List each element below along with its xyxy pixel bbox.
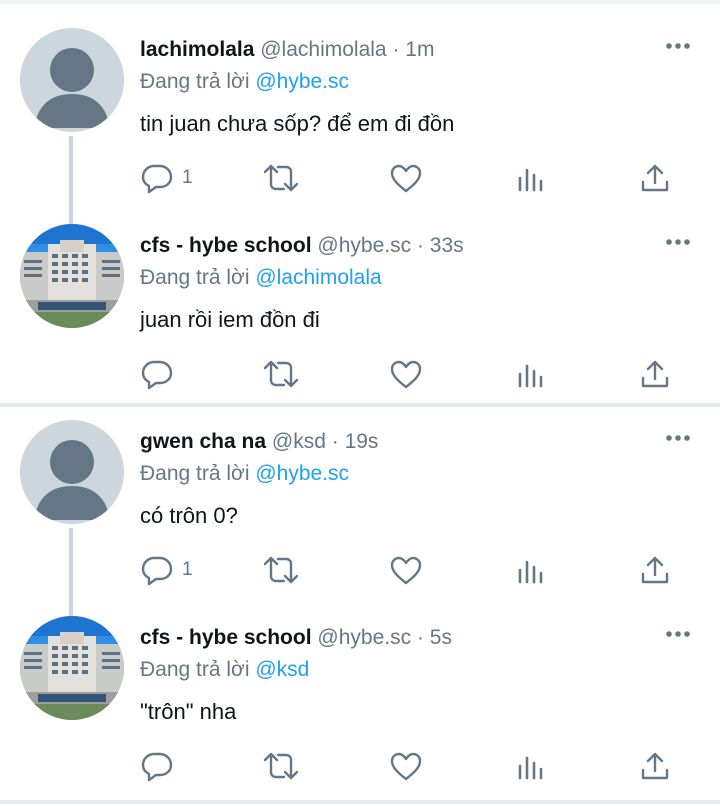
user-handle[interactable]: @hybe.sc [317, 626, 411, 649]
mention-link[interactable]: @hybe.sc [255, 70, 349, 93]
timestamp[interactable]: 1m [405, 38, 434, 61]
tweet[interactable]: lachimolala @lachimolala · 1m Đang trả l… [0, 0, 720, 226]
display-name[interactable]: lachimolala [140, 38, 254, 61]
retweet-icon [263, 752, 299, 780]
analytics-button[interactable] [515, 552, 547, 588]
avatar[interactable] [20, 224, 124, 328]
reply-count: 1 [182, 167, 193, 188]
retweet-button[interactable] [262, 748, 300, 784]
tweet-header: gwen cha na @ksd · 19s [140, 428, 378, 456]
share-icon [641, 164, 669, 192]
more-options-icon [666, 631, 690, 637]
more-options-button[interactable] [664, 232, 694, 252]
default-avatar-icon [34, 440, 110, 520]
tweet[interactable]: cfs - hybe school @hybe.sc · 33s Đang tr… [0, 196, 720, 392]
more-options-icon [666, 43, 690, 49]
user-handle[interactable]: @hybe.sc [317, 234, 411, 257]
separator: · [331, 430, 339, 453]
tweet-text: "trôn" nha [140, 699, 237, 724]
reply-icon [141, 752, 173, 782]
display-name[interactable]: gwen cha na [140, 430, 266, 453]
timestamp[interactable]: 33s [430, 234, 464, 257]
mention-link[interactable]: @ksd [255, 658, 309, 681]
tweet[interactable]: cfs - hybe school @hybe.sc · 5s Đang trả… [0, 588, 720, 784]
reply-button[interactable]: 1 [140, 552, 193, 588]
tweet-header: lachimolala @lachimolala · 1m [140, 36, 434, 64]
share-button[interactable] [639, 160, 671, 196]
tweet-text: có trôn 0? [140, 503, 238, 528]
replying-to-label: Đang trả lời [140, 266, 250, 289]
analytics-icon [518, 756, 543, 780]
more-options-icon [666, 435, 690, 441]
tweet-header: cfs - hybe school @hybe.sc · 33s [140, 232, 464, 260]
separator: · [392, 38, 400, 61]
heart-icon [390, 752, 422, 781]
analytics-button[interactable] [515, 356, 547, 392]
bottom-divider [0, 800, 720, 804]
reply-icon [141, 360, 173, 390]
analytics-button[interactable] [515, 160, 547, 196]
mention-link[interactable]: @lachimolala [255, 266, 381, 289]
mention-link[interactable]: @hybe.sc [255, 462, 349, 485]
share-icon [641, 752, 669, 780]
like-button[interactable] [389, 552, 423, 588]
share-button[interactable] [639, 356, 671, 392]
share-button[interactable] [639, 748, 671, 784]
replying-to: Đang trả lời @hybe.sc [140, 68, 349, 96]
tweet[interactable]: gwen cha na @ksd · 19s Đang trả lời @hyb… [0, 392, 720, 618]
retweet-icon [263, 164, 299, 192]
reply-button[interactable]: 1 [140, 160, 193, 196]
more-options-button[interactable] [664, 428, 694, 448]
analytics-icon [518, 168, 543, 192]
like-button[interactable] [389, 160, 423, 196]
heart-icon [390, 164, 422, 193]
avatar[interactable] [20, 420, 124, 524]
reply-icon [141, 164, 173, 194]
heart-icon [390, 360, 422, 389]
analytics-icon [518, 560, 543, 584]
tweet-text: juan rồi iem đồn đi [140, 307, 320, 332]
retweet-button[interactable] [262, 552, 300, 588]
share-icon [641, 360, 669, 388]
user-handle[interactable]: @lachimolala [260, 38, 386, 61]
heart-icon [390, 556, 422, 585]
share-button[interactable] [639, 552, 671, 588]
display-name[interactable]: cfs - hybe school [140, 626, 312, 649]
retweet-icon [263, 360, 299, 388]
more-options-button[interactable] [664, 36, 694, 56]
timestamp[interactable]: 5s [430, 626, 452, 649]
retweet-button[interactable] [262, 160, 300, 196]
avatar[interactable] [20, 616, 124, 720]
display-name[interactable]: cfs - hybe school [140, 234, 312, 257]
analytics-button[interactable] [515, 748, 547, 784]
separator: · [416, 234, 424, 257]
retweet-icon [263, 556, 299, 584]
replying-to-label: Đang trả lời [140, 462, 250, 485]
more-options-icon [666, 239, 690, 245]
replying-to: Đang trả lời @hybe.sc [140, 460, 349, 488]
share-icon [641, 556, 669, 584]
analytics-icon [518, 364, 543, 388]
tweet-text: tin juan chưa sốp? để em đi đồn [140, 111, 455, 136]
replying-to: Đang trả lời @ksd [140, 656, 309, 684]
replying-to: Đang trả lời @lachimolala [140, 264, 382, 292]
reply-button[interactable] [140, 356, 182, 392]
school-building-photo [20, 616, 124, 720]
user-handle[interactable]: @ksd [272, 430, 326, 453]
reply-button[interactable] [140, 748, 182, 784]
avatar[interactable] [20, 28, 124, 132]
default-avatar-icon [34, 48, 110, 128]
replying-to-label: Đang trả lời [140, 70, 250, 93]
like-button[interactable] [389, 356, 423, 392]
reply-count: 1 [182, 559, 193, 580]
timestamp[interactable]: 19s [345, 430, 379, 453]
tweet-header: cfs - hybe school @hybe.sc · 5s [140, 624, 452, 652]
like-button[interactable] [389, 748, 423, 784]
school-building-photo [20, 224, 124, 328]
separator: · [416, 626, 424, 649]
more-options-button[interactable] [664, 624, 694, 644]
retweet-button[interactable] [262, 356, 300, 392]
replying-to-label: Đang trả lời [140, 658, 250, 681]
reply-icon [141, 556, 173, 586]
